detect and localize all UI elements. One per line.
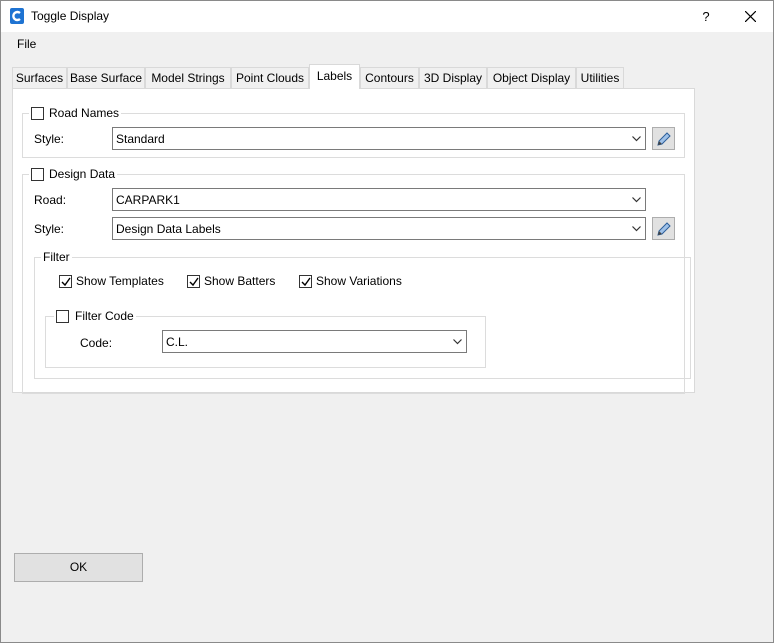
filter-legend: Filter	[41, 250, 72, 264]
tab-object-display[interactable]: Object Display	[487, 67, 576, 88]
tab-utilities[interactable]: Utilities	[576, 67, 624, 88]
show-variations-option[interactable]: Show Variations	[299, 274, 402, 288]
design-data-style-label: Style:	[34, 222, 65, 236]
help-button[interactable]: ?	[683, 1, 729, 32]
road-names-group: Road Names Style: Standard	[22, 106, 685, 158]
title-bar: Toggle Display ?	[1, 1, 773, 32]
ok-button[interactable]: OK	[14, 553, 143, 582]
close-icon	[745, 11, 756, 22]
dialog-content: Surfaces Base Surface Model Strings Poin…	[1, 56, 773, 604]
road-names-legend: Road Names	[29, 106, 122, 120]
show-batters-label: Show Batters	[204, 274, 276, 288]
design-data-style-value: Design Data Labels	[116, 222, 221, 236]
menu-bar: File	[1, 32, 773, 56]
tab-surfaces[interactable]: Surfaces	[12, 67, 67, 88]
road-names-style-select[interactable]: Standard	[112, 127, 646, 150]
code-value: C.L.	[166, 335, 189, 349]
road-select[interactable]: CARPARK1	[112, 188, 646, 211]
menu-file[interactable]: File	[17, 37, 36, 51]
tab-contours[interactable]: Contours	[360, 67, 419, 88]
design-data-checkbox[interactable]	[31, 167, 44, 181]
road-names-style-edit-button[interactable]	[652, 127, 675, 150]
design-data-style-edit-button[interactable]	[652, 217, 675, 240]
code-label: Code:	[80, 336, 113, 350]
design-data-legend: Design Data	[29, 167, 118, 181]
tab-3d-display[interactable]: 3D Display	[419, 67, 487, 88]
close-button[interactable]	[728, 1, 774, 32]
filter-code-checkbox[interactable]	[56, 309, 69, 323]
road-names-style-value: Standard	[116, 132, 165, 146]
design-data-group: Design Data Road: CARPARK1 Style: Design…	[22, 167, 691, 394]
show-batters-option[interactable]: Show Batters	[187, 274, 275, 288]
pencil-icon	[657, 132, 671, 146]
chevron-down-icon	[632, 136, 641, 142]
tab-base-surface[interactable]: Base Surface	[67, 67, 145, 88]
design-data-label: Design Data	[49, 167, 116, 181]
filter-group: Filter Show Templates Show Batters Show …	[34, 250, 691, 379]
filter-code-legend: Filter Code	[54, 309, 136, 323]
road-names-label: Road Names	[49, 106, 120, 120]
check-icon	[301, 277, 311, 286]
chevron-down-icon	[632, 197, 641, 203]
check-icon	[61, 277, 71, 286]
filter-code-label: Filter Code	[75, 309, 134, 323]
chevron-down-icon	[453, 339, 462, 345]
toggle-display-window: Toggle Display ? File Surfaces Base Surf…	[0, 0, 774, 643]
filter-label: Filter	[43, 250, 70, 264]
filter-code-group: Filter Code Code: C.L.	[45, 309, 486, 368]
window-title: Toggle Display	[31, 9, 110, 23]
show-batters-checkbox[interactable]	[187, 274, 200, 288]
road-label: Road:	[34, 193, 67, 207]
road-names-style-label: Style:	[34, 132, 65, 146]
road-names-checkbox[interactable]	[31, 106, 44, 120]
check-icon	[189, 277, 199, 286]
show-templates-option[interactable]: Show Templates	[59, 274, 164, 288]
show-variations-checkbox[interactable]	[299, 274, 312, 288]
tab-model-strings[interactable]: Model Strings	[145, 67, 231, 88]
road-value: CARPARK1	[116, 193, 180, 207]
design-data-style-select[interactable]: Design Data Labels	[112, 217, 646, 240]
pencil-icon	[657, 222, 671, 236]
chevron-down-icon	[632, 226, 641, 232]
labels-tab-page: Road Names Style: Standard Design Data R…	[12, 88, 695, 394]
show-templates-checkbox[interactable]	[59, 274, 72, 288]
show-templates-label: Show Templates	[76, 274, 164, 288]
code-select[interactable]: C.L.	[162, 330, 467, 353]
app-icon	[10, 8, 24, 24]
show-variations-label: Show Variations	[316, 274, 402, 288]
dialog-footer	[1, 604, 773, 642]
tab-point-clouds[interactable]: Point Clouds	[231, 67, 309, 88]
tab-labels[interactable]: Labels	[309, 64, 360, 89]
